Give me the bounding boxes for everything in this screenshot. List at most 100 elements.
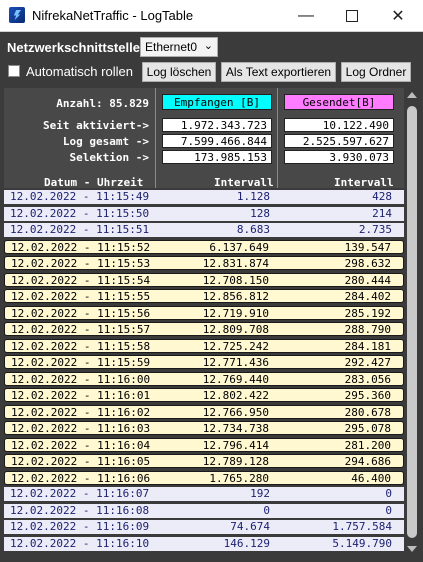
interface-select[interactable]: Ethernet0 ⌄ — [140, 37, 218, 57]
row-sent-value: 0 — [385, 503, 392, 517]
row-received-value: 146.129 — [223, 536, 270, 550]
column-header-interval-received[interactable]: Intervall — [214, 176, 274, 189]
row-datetime: 12.02.2022 - 11:15:59 — [11, 356, 151, 369]
row-received-value: 12.796.414 — [202, 438, 269, 452]
row-datetime: 12.02.2022 - 11:15:57 — [11, 323, 151, 336]
row-sent-value: 285.192 — [344, 306, 391, 320]
row-datetime: 12.02.2022 - 11:16:04 — [11, 438, 151, 452]
table-row[interactable]: 12.02.2022 - 11:15:50 128 214 — [4, 206, 404, 221]
row-sent-value: 1.757.584 — [332, 520, 392, 533]
maximize-button[interactable] — [329, 0, 375, 31]
row-received-value: 12.734.738 — [202, 422, 269, 435]
column-divider — [277, 88, 278, 188]
row-datetime: 12.02.2022 - 11:15:51 — [10, 223, 150, 236]
maximize-icon — [346, 9, 358, 22]
row-sent-value: 283.056 — [344, 372, 391, 386]
table-row[interactable]: 12.02.2022 - 11:16:03 12.734.738 295.078 — [4, 421, 404, 435]
since-received-value: 1.972.343.723 — [162, 118, 272, 132]
row-received-value: 192 — [250, 487, 270, 500]
table-row[interactable]: 12.02.2022 - 11:16:05 12.789.128 294.686 — [4, 454, 404, 468]
row-datetime: 12.02.2022 - 11:15:52 — [11, 240, 151, 254]
row-sent-value: 281.200 — [344, 438, 391, 452]
table-row[interactable]: 12.02.2022 - 11:16:01 12.802.422 295.360 — [4, 388, 404, 402]
window-title: NifrekaNetTraffic - LogTable — [32, 8, 194, 23]
row-received-value: 12.719.910 — [202, 306, 269, 320]
table-row[interactable]: 12.02.2022 - 11:15:51 8.683 2.735 — [4, 223, 404, 237]
row-datetime: 12.02.2022 - 11:16:10 — [10, 536, 150, 550]
row-received-value: 12.769.440 — [202, 372, 269, 386]
scroll-up-arrow-icon[interactable] — [407, 92, 417, 98]
table-row[interactable]: 12.02.2022 - 11:16:09 74.674 1.757.584 — [4, 520, 404, 534]
row-sent-value: 280.678 — [344, 405, 391, 419]
row-received-value: 12.708.150 — [202, 273, 269, 287]
table-row[interactable]: 12.02.2022 - 11:15:54 12.708.150 280.444 — [4, 272, 404, 287]
row-received-value: 8.683 — [236, 223, 270, 236]
row-received-value: 1.765.280 — [209, 471, 269, 485]
row-sent-value: 428 — [372, 190, 392, 203]
row-received-value: 1.128 — [236, 190, 270, 203]
table-row[interactable]: 12.02.2022 - 11:16:10 146.129 5.149.790 — [4, 536, 404, 551]
row-datetime: 12.02.2022 - 11:16:02 — [11, 405, 151, 419]
row-datetime: 12.02.2022 - 11:16:06 — [11, 471, 151, 485]
table-row[interactable]: 12.02.2022 - 11:15:55 12.856.812 284.402 — [4, 289, 404, 303]
clear-log-button[interactable]: Log löschen — [142, 62, 216, 82]
table-row[interactable]: 12.02.2022 - 11:15:59 12.771.436 292.427 — [4, 355, 404, 369]
row-datetime: 12.02.2022 - 11:16:08 — [10, 503, 150, 517]
row-datetime: 12.02.2022 - 11:16:05 — [11, 455, 151, 468]
row-datetime: 12.02.2022 - 11:16:09 — [10, 520, 150, 533]
total-sent-value: 2.525.597.627 — [284, 134, 394, 148]
column-divider — [155, 88, 156, 188]
row-sent-value: 295.360 — [344, 389, 391, 402]
row-received-value: 0 — [263, 503, 270, 517]
table-row[interactable]: 12.02.2022 - 11:16:06 1.765.280 46.400 — [4, 470, 404, 485]
row-received-value: 128 — [250, 206, 270, 220]
column-header-interval-sent[interactable]: Intervall — [334, 176, 394, 189]
vertical-scrollbar[interactable] — [404, 88, 420, 562]
table-row[interactable]: 12.02.2022 - 11:16:04 12.796.414 281.200 — [4, 437, 404, 452]
auto-scroll-label[interactable]: Automatisch rollen — [26, 64, 133, 79]
scroll-down-arrow-icon[interactable] — [407, 546, 417, 552]
row-sent-value: 214 — [372, 206, 392, 220]
minimize-button[interactable]: — — [283, 0, 329, 31]
table-row[interactable]: 12.02.2022 - 11:15:58 12.725.242 284.181 — [4, 338, 404, 353]
table-row[interactable]: 12.02.2022 - 11:15:49 1.128 428 — [4, 190, 404, 204]
table-row[interactable]: 12.02.2022 - 11:16:00 12.769.440 283.056 — [4, 371, 404, 386]
row-sent-value: 139.547 — [344, 240, 391, 254]
log-folder-button[interactable]: Log Ordner — [341, 62, 411, 82]
row-datetime: 12.02.2022 - 11:15:56 — [11, 306, 151, 320]
row-sent-value: 284.402 — [344, 290, 391, 303]
scrollbar-thumb[interactable] — [407, 106, 417, 538]
row-datetime: 12.02.2022 - 11:15:58 — [11, 339, 151, 353]
export-text-button[interactable]: Als Text exportieren — [221, 62, 336, 82]
column-header-datetime[interactable]: Datum - Uhrzeit — [44, 176, 143, 189]
row-sent-value: 292.427 — [344, 356, 391, 369]
selection-label: Selektion -> — [69, 151, 149, 164]
table-row[interactable]: 12.02.2022 - 11:15:56 12.719.910 285.192 — [4, 305, 404, 320]
row-sent-value: 0 — [385, 487, 392, 500]
auto-scroll-checkbox[interactable] — [8, 65, 20, 77]
close-button[interactable]: ✕ — [375, 0, 421, 31]
summary-header: Anzahl: 85.829 Empfangen [B] Gesendet[B]… — [4, 88, 404, 189]
log-table[interactable]: Anzahl: 85.829 Empfangen [B] Gesendet[B]… — [4, 88, 404, 562]
row-received-value: 12.771.436 — [202, 356, 269, 369]
count-label: Anzahl: 85.829 — [56, 97, 149, 110]
table-row[interactable]: 12.02.2022 - 11:16:02 12.766.950 280.678 — [4, 404, 404, 419]
table-row[interactable]: 12.02.2022 - 11:15:53 12.831.874 298.632 — [4, 256, 404, 270]
row-datetime: 12.02.2022 - 11:15:55 — [11, 290, 151, 303]
row-datetime: 12.02.2022 - 11:16:03 — [11, 422, 151, 435]
chevron-down-icon: ⌄ — [203, 40, 213, 52]
log-total-label: Log gesamt -> — [62, 135, 149, 148]
table-row[interactable]: 12.02.2022 - 11:16:08 0 0 — [4, 503, 404, 518]
app-lightning-icon — [9, 7, 25, 23]
row-datetime: 12.02.2022 - 11:15:49 — [10, 190, 150, 203]
table-row[interactable]: 12.02.2022 - 11:15:57 12.809.708 288.790 — [4, 322, 404, 336]
selection-received-value: 173.985.153 — [162, 150, 272, 164]
row-datetime: 12.02.2022 - 11:15:53 — [11, 257, 151, 270]
since-sent-value: 10.122.490 — [284, 118, 394, 132]
row-received-value: 12.831.874 — [202, 257, 269, 270]
row-sent-value: 284.181 — [344, 339, 391, 353]
table-row[interactable]: 12.02.2022 - 11:16:07 192 0 — [4, 487, 404, 501]
close-icon: ✕ — [391, 7, 405, 25]
table-row[interactable]: 12.02.2022 - 11:15:52 6.137.649 139.547 — [4, 239, 404, 254]
received-header: Empfangen [B] — [162, 94, 272, 110]
